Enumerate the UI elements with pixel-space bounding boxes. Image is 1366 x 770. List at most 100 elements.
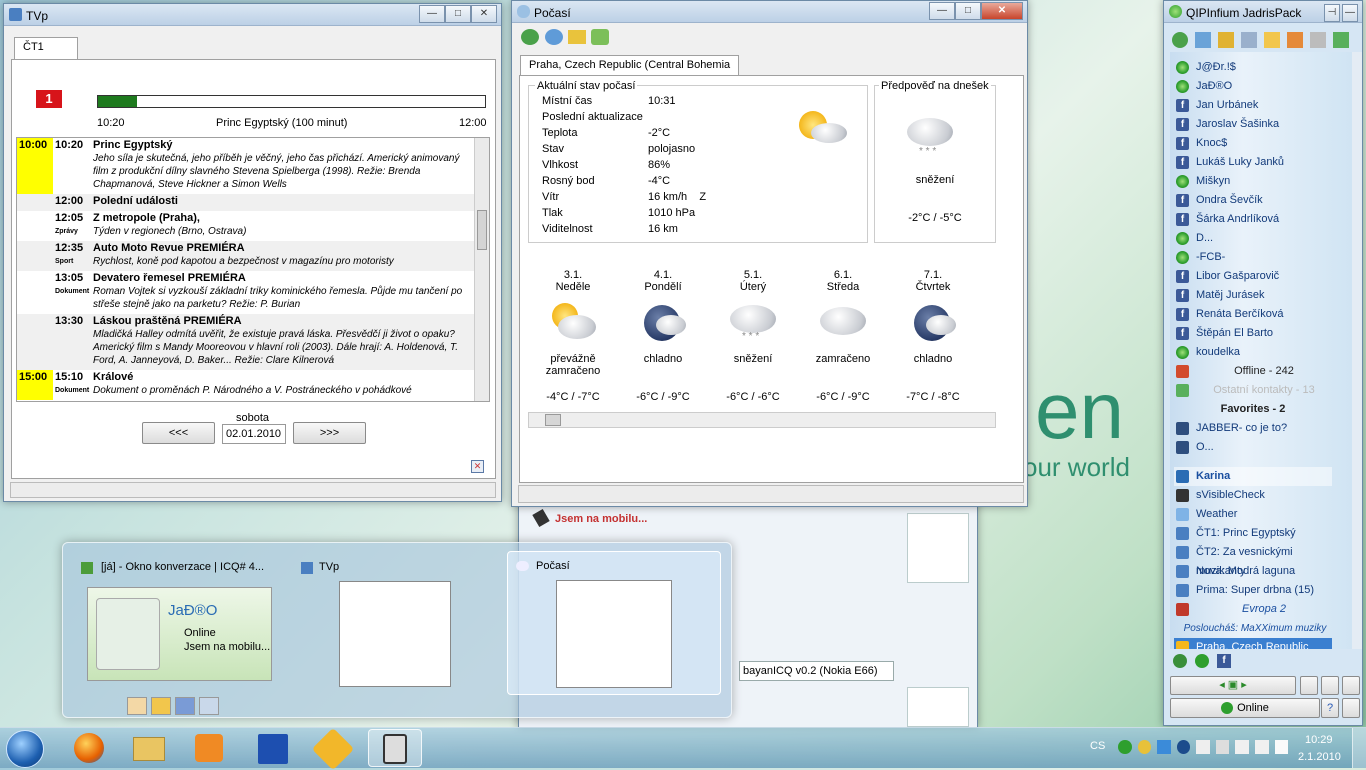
group-favorites[interactable]: Favorites - 2 [1174, 400, 1332, 419]
program-row[interactable]: 12:00 Polední události [17, 194, 474, 211]
flashget-icon[interactable] [306, 727, 360, 770]
device-icon[interactable] [1196, 740, 1210, 754]
preview-icq[interactable]: [já] - Okno konverzace | ICQ# 4... JaĐ®O… [75, 555, 295, 715]
radio-item[interactable]: Evropa 2 [1174, 600, 1332, 619]
weather-titlebar[interactable]: Počasí — □ ✕ [512, 1, 1027, 23]
tvp-titlebar[interactable]: TVp — □ ✕ [4, 4, 501, 26]
maximize-button[interactable]: □ [955, 2, 981, 20]
status-button[interactable]: Online [1170, 698, 1320, 718]
explorer-icon[interactable] [122, 729, 176, 767]
program-row[interactable]: 13:05 Dokument Devatero řemesel PREMIÉRA Ro… [17, 271, 474, 314]
group-other[interactable]: Ostatní kontakty - 13 [1174, 381, 1332, 400]
icq-mobile-icon[interactable] [368, 729, 422, 767]
contact-item[interactable]: -FCB- [1174, 248, 1332, 267]
contact-item[interactable]: J@Đr.!$ [1174, 58, 1332, 77]
media-player-icon[interactable] [182, 729, 236, 767]
plugin-item[interactable]: sVisibleCheck [1174, 486, 1332, 505]
taskbar-preview[interactable]: [já] - Okno konverzace | ICQ# 4... JaĐ®O… [62, 542, 732, 718]
weather-item[interactable]: Praha, Czech Republic (Centra [1174, 638, 1332, 649]
calendar-icon[interactable] [127, 697, 147, 715]
firefox-icon[interactable] [62, 729, 116, 767]
horizontal-scrollbar[interactable] [528, 412, 996, 428]
group-offline[interactable]: Offline - 242 [1174, 362, 1332, 381]
exit-button[interactable] [1342, 698, 1360, 718]
plugin-item[interactable]: Weather [1174, 505, 1332, 524]
contact-item[interactable]: Miškyn [1174, 172, 1332, 191]
contact-list[interactable]: J@Đr.!$ JaĐ®O f Jan Urbánek f Jaroslav Šašink… [1170, 52, 1352, 649]
refresh-icon[interactable] [521, 29, 539, 45]
scrollbar[interactable] [1352, 52, 1362, 649]
scrollbar[interactable] [474, 138, 489, 401]
view-button[interactable] [1321, 676, 1339, 695]
volume-icon[interactable] [1254, 740, 1269, 754]
preview-tvp[interactable]: TVp [295, 555, 495, 715]
scroll-thumb[interactable] [545, 414, 561, 426]
dropbox-icon[interactable] [1157, 740, 1171, 754]
minimize-button[interactable]: — [929, 2, 955, 20]
flower-icon[interactable] [1195, 654, 1209, 668]
nav-button[interactable]: ◂ ▣ ▸ [1170, 676, 1296, 695]
close-button[interactable]: ✕ [471, 5, 497, 23]
clock-date[interactable]: 2.1.2010 [1298, 751, 1341, 763]
program-row[interactable]: 15:00 15:10 Dokument Králové Dokument o prom… [17, 370, 474, 400]
favorite-item[interactable]: O... [1174, 438, 1332, 457]
account-header[interactable]: Karina [1174, 467, 1332, 486]
weather-window[interactable]: Počasí — □ ✕ Praha, Czech Republic (Cent… [511, 0, 1028, 507]
contact-item[interactable]: f Renáta Berčíková [1174, 305, 1332, 324]
settings-button[interactable] [1342, 676, 1360, 695]
mail-icon[interactable] [1264, 32, 1280, 48]
qip-window[interactable]: QIPInfium JadrisPack ⊣ — J@Đr.!$ JaĐ®O f Ja… [1163, 0, 1363, 726]
folder-icon[interactable] [151, 697, 171, 715]
save-icon[interactable] [175, 697, 195, 715]
search-icon[interactable] [1173, 654, 1187, 668]
maximize-button[interactable]: □ [445, 5, 471, 23]
contacts-icon[interactable] [1195, 32, 1211, 48]
close-button[interactable]: ✕ [981, 2, 1023, 20]
jabber-icon[interactable] [1137, 740, 1152, 754]
contact-item[interactable]: f Štěpán El Barto [1174, 324, 1332, 343]
flower-icon[interactable] [1118, 740, 1132, 754]
sync-icon[interactable] [1176, 740, 1191, 754]
show-desktop-button[interactable] [1352, 728, 1366, 768]
program-row[interactable]: 10:00 10:20 Princ Egyptský Jeho síla je sku… [17, 138, 474, 194]
favorite-item[interactable]: JABBER- co je to? [1174, 419, 1332, 438]
contact-item[interactable]: f Lukáš Luky Janků [1174, 153, 1332, 172]
minimize-button[interactable]: — [419, 5, 445, 23]
folder-icon[interactable] [568, 30, 586, 44]
plugins-icon[interactable] [1333, 32, 1349, 48]
contact-item[interactable]: f Šárka Andrlíková [1174, 210, 1332, 229]
program-list[interactable]: 10:00 10:20 Princ Egyptský Jeho síla je sku… [16, 137, 490, 402]
contact-item[interactable]: D... [1174, 229, 1332, 248]
usb-icon[interactable] [1215, 740, 1230, 754]
program-row[interactable]: 12:05 Zprávy Z metropole (Praha), Týden v r… [17, 211, 474, 241]
plugin-item[interactable]: Prima: Super drbna (15) [1174, 581, 1332, 600]
network-icon[interactable] [1235, 740, 1249, 754]
program-row[interactable]: 13:30 Láskou praštěná PREMIÉRA Mladičká Ha… [17, 314, 474, 370]
sound-icon[interactable] [1218, 32, 1234, 48]
contact-item[interactable]: f Jaroslav Šašinka [1174, 115, 1332, 134]
minimize-button[interactable]: — [1342, 4, 1358, 22]
history-icon[interactable] [1241, 32, 1257, 48]
menu-icon[interactable] [1172, 32, 1188, 48]
program-row[interactable]: 12:35 Sport Auto Moto Revue PREMIÉRA Rychlo… [17, 241, 474, 271]
close-small-icon[interactable]: ✕ [471, 460, 484, 473]
contact-item[interactable]: f Ondra Ševčík [1174, 191, 1332, 210]
tab-ct1[interactable]: ČT1 [14, 37, 78, 59]
pin-button[interactable]: ⊣ [1324, 4, 1340, 22]
tvp-window[interactable]: TVp — □ ✕ ČT1 1 10:20 Princ Egyptský (10… [3, 3, 502, 502]
search-contact-button[interactable] [1300, 676, 1318, 695]
search-location-icon[interactable] [545, 29, 563, 45]
calendar-icon[interactable] [1287, 32, 1303, 48]
start-button[interactable] [6, 730, 44, 768]
plugin-item[interactable]: ČT1: Princ Egyptský [1174, 524, 1332, 543]
language-indicator[interactable]: CS [1090, 740, 1105, 752]
contact-item[interactable]: JaĐ®O [1174, 77, 1332, 96]
contact-item[interactable]: f Knoc$ [1174, 134, 1332, 153]
flag-icon[interactable] [1274, 740, 1289, 754]
tab-location[interactable]: Praha, Czech Republic (Central Bohemia [520, 55, 740, 76]
client-field[interactable]: bayanICQ v0.2 (Nokia E66) [739, 661, 894, 681]
date-field[interactable]: 02.01.2010 [222, 424, 286, 444]
facebook-icon[interactable]: f [1217, 654, 1231, 668]
settings-icon[interactable] [591, 29, 609, 45]
clock-time[interactable]: 10:29 [1305, 734, 1333, 746]
